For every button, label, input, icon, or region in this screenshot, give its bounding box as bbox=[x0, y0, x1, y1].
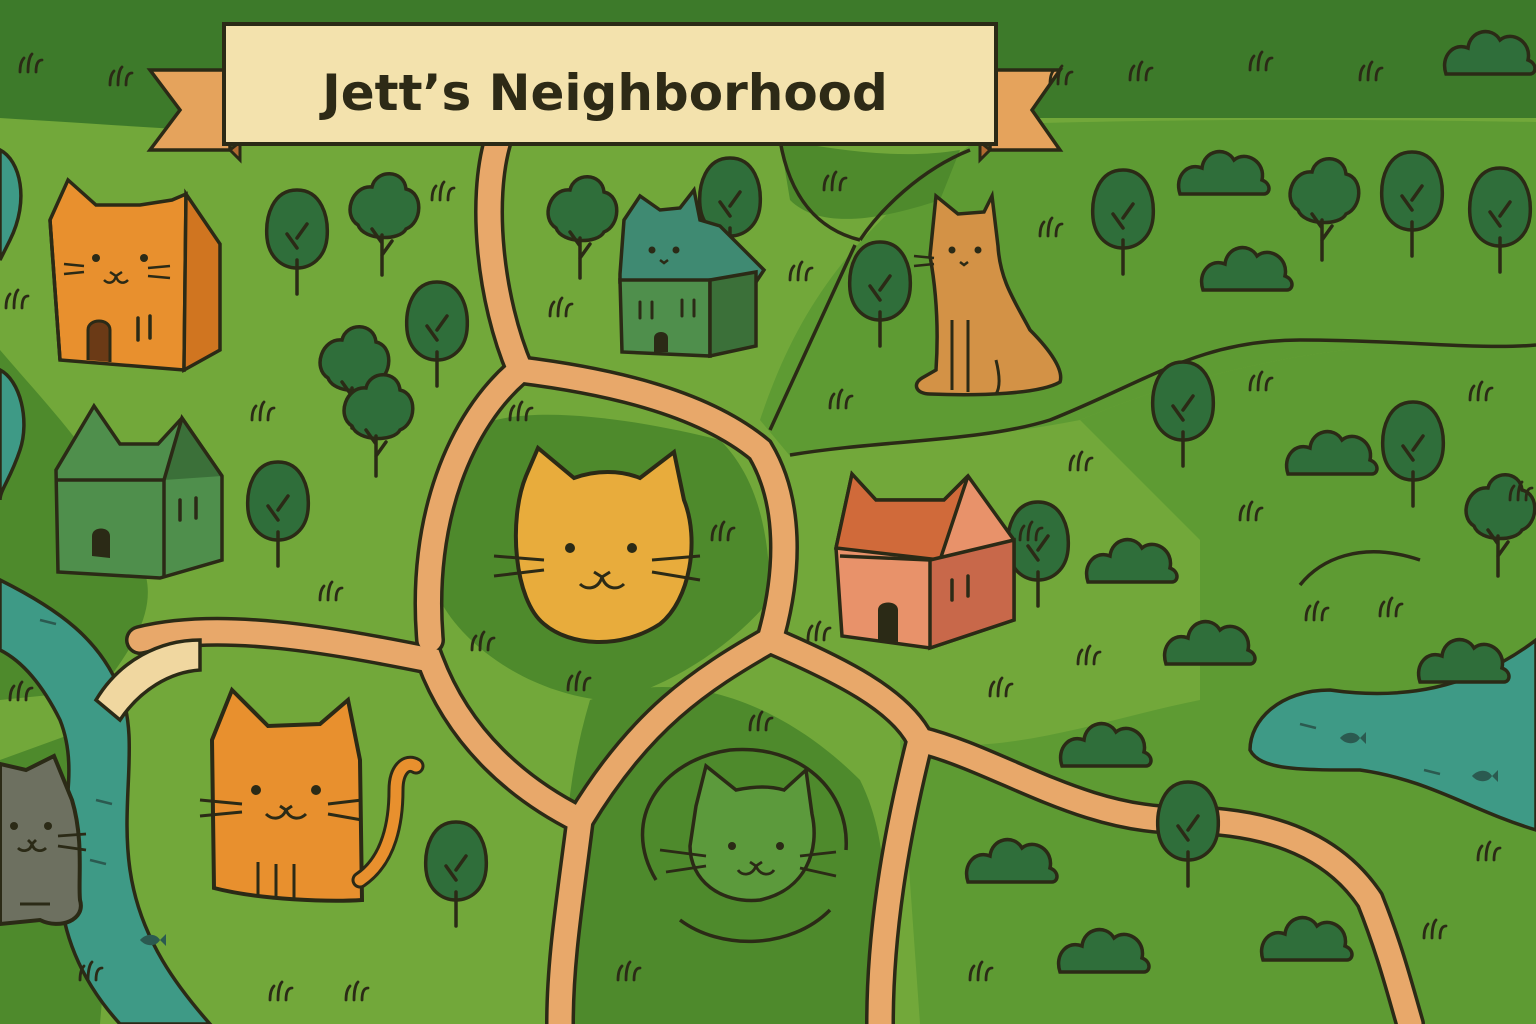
map-title: Jett’s Neighborhood bbox=[319, 64, 888, 122]
title-banner: Jett’s Neighborhood bbox=[146, 22, 1064, 164]
brick-house-icon bbox=[833, 470, 1016, 651]
cat-house-icon bbox=[48, 177, 222, 373]
neighborhood-map: Jett’s Neighborhood bbox=[0, 0, 1536, 1024]
map-canvas: Jett’s Neighborhood bbox=[0, 0, 1536, 1024]
